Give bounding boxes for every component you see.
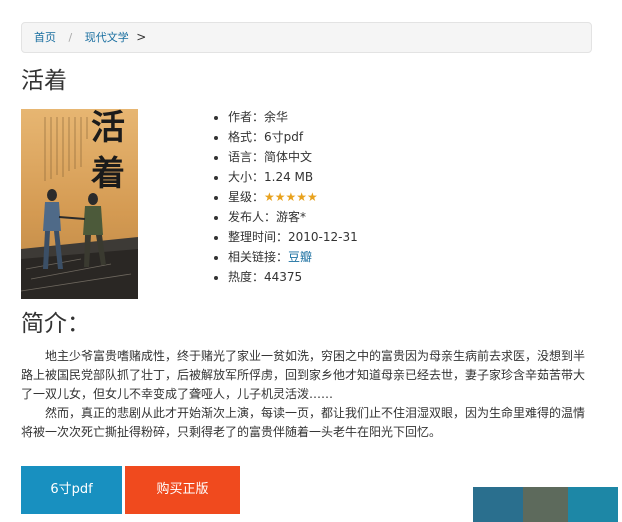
intro-heading: 简介：	[21, 311, 90, 337]
info-publisher-value: 游客*	[276, 210, 307, 224]
breadcrumb-category-link[interactable]: 现代文学	[85, 31, 129, 44]
description-paragraph-2: 然而，真正的悲剧从此才开始渐次上演，每读一页，都让我们止不住泪湿双眼，因为生命里…	[21, 406, 586, 439]
info-popularity-label: 热度：	[228, 270, 265, 284]
info-format: 格式：6寸pdf	[228, 127, 358, 147]
info-language-value: 简体中文	[264, 150, 313, 164]
breadcrumb-home-link[interactable]: 首页	[34, 31, 56, 44]
book-cover-image: 活 着	[21, 109, 138, 299]
info-rating: 星级：★★★★★	[228, 187, 358, 207]
cover-title-char-1: 活	[91, 109, 125, 148]
info-rating-label: 星级：	[228, 190, 265, 204]
corner-thumbnail-image	[473, 487, 618, 522]
info-language: 语言：简体中文	[228, 147, 358, 167]
info-publisher: 发布人：游客*	[228, 207, 358, 227]
info-popularity-value: 44375	[264, 270, 303, 284]
breadcrumb: 首页 / 现代文学 >	[21, 22, 592, 53]
cover-title-char-2: 着	[90, 154, 125, 194]
book-title: 活着	[21, 68, 67, 94]
info-date-label: 整理时间：	[228, 230, 289, 244]
info-language-label: 语言：	[228, 150, 265, 164]
book-description: 地主少爷富贵嗜赌成性，终于赌光了家业一贫如洗，穷困之中的富贵因为母亲生病前去求医…	[21, 347, 592, 442]
info-related-links: 相关链接：豆瓣	[228, 247, 358, 267]
info-author-value: 余华	[264, 110, 289, 124]
douban-link[interactable]: 豆瓣	[288, 250, 312, 264]
breadcrumb-separator: /	[68, 31, 73, 44]
info-size: 大小：1.24 MB	[228, 167, 358, 187]
buy-original-button[interactable]: 购买正版	[125, 466, 240, 514]
info-format-value: 6寸pdf	[264, 130, 304, 144]
info-popularity: 热度：44375	[228, 267, 358, 287]
breadcrumb-trail-arrow: >	[136, 30, 147, 44]
info-publisher-label: 发布人：	[228, 210, 277, 224]
description-paragraph-1: 地主少爷富贵嗜赌成性，终于赌光了家业一贫如洗，穷困之中的富贵因为母亲生病前去求医…	[21, 349, 586, 401]
rating-stars-icon: ★★★★★	[264, 190, 318, 204]
info-related-label: 相关链接：	[228, 250, 289, 264]
download-pdf-button[interactable]: 6寸pdf	[21, 466, 122, 514]
book-info-list: 作者：余华 格式：6寸pdf 语言：简体中文 大小：1.24 MB 星级：★★★…	[211, 107, 358, 287]
info-author-label: 作者：	[228, 110, 265, 124]
info-size-label: 大小：	[228, 170, 265, 184]
info-size-value: 1.24 MB	[264, 170, 314, 184]
info-date: 整理时间：2010-12-31	[228, 227, 358, 247]
info-format-label: 格式：	[228, 130, 265, 144]
info-author: 作者：余华	[228, 107, 358, 127]
info-date-value: 2010-12-31	[288, 230, 358, 244]
